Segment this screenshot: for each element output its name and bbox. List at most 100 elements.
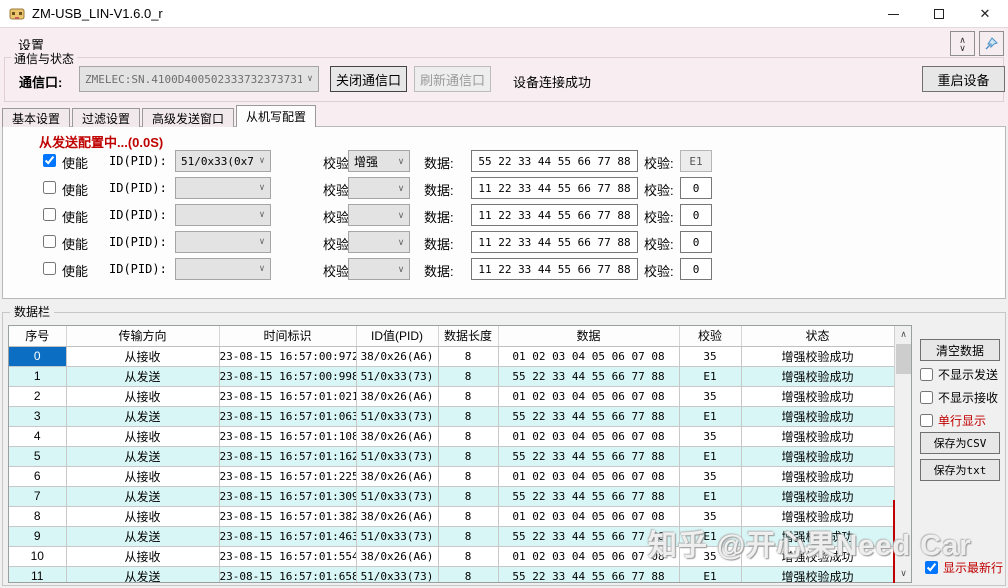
column-header[interactable]: 校验: [679, 326, 741, 346]
show-latest-checkbox[interactable]: [925, 561, 938, 574]
cell-timestamp[interactable]: 23-08-15 16:57:01:225: [219, 466, 356, 486]
cell-data[interactable]: 55 22 33 44 55 66 77 88: [498, 526, 679, 546]
enable-checkbox[interactable]: [43, 208, 56, 221]
cell-data[interactable]: 01 02 03 04 05 06 07 08: [498, 506, 679, 526]
cell-seq[interactable]: 0: [9, 346, 66, 366]
single-line-checkbox[interactable]: [920, 414, 933, 427]
cell-seq[interactable]: 8: [9, 506, 66, 526]
cell-id-pid[interactable]: 38/0x26(A6): [356, 506, 438, 526]
cell-timestamp[interactable]: 23-08-15 16:57:01:108: [219, 426, 356, 446]
table-row[interactable]: 11 从发送 23-08-15 16:57:01:658 51/0x33(73)…: [9, 566, 894, 583]
cell-seq[interactable]: 1: [9, 366, 66, 386]
checksum-input[interactable]: [680, 150, 712, 172]
table-row[interactable]: 9 从发送 23-08-15 16:57:01:463 51/0x33(73) …: [9, 526, 894, 546]
cell-checksum[interactable]: 35: [679, 546, 741, 566]
column-header[interactable]: 序号: [9, 326, 66, 346]
table-row[interactable]: 8 从接收 23-08-15 16:57:01:382 38/0x26(A6) …: [9, 506, 894, 526]
checksum-input[interactable]: [680, 177, 712, 199]
cell-seq[interactable]: 6: [9, 466, 66, 486]
cell-direction[interactable]: 从接收: [66, 506, 219, 526]
tab[interactable]: 高级发送窗口: [142, 108, 234, 127]
checksum-input[interactable]: [680, 204, 712, 226]
cell-length[interactable]: 8: [438, 386, 498, 406]
enable-checkbox[interactable]: [43, 235, 56, 248]
cell-timestamp[interactable]: 23-08-15 16:57:01:021: [219, 386, 356, 406]
cell-seq[interactable]: 9: [9, 526, 66, 546]
cell-checksum[interactable]: E1: [679, 486, 741, 506]
cell-direction[interactable]: 从发送: [66, 366, 219, 386]
hide-rx-checkbox[interactable]: [920, 391, 933, 404]
cell-status[interactable]: 增强校验成功: [741, 386, 894, 406]
cell-status[interactable]: 增强校验成功: [741, 466, 894, 486]
cell-status[interactable]: 增强校验成功: [741, 346, 894, 366]
hide-tx-checkbox[interactable]: [920, 368, 933, 381]
cell-length[interactable]: 8: [438, 406, 498, 426]
data-input[interactable]: [471, 258, 638, 280]
cell-id-pid[interactable]: 51/0x33(73): [356, 486, 438, 506]
cell-timestamp[interactable]: 23-08-15 16:57:00:972: [219, 346, 356, 366]
cell-timestamp[interactable]: 23-08-15 16:57:01:382: [219, 506, 356, 526]
check-mode-select[interactable]: ∨: [348, 258, 410, 280]
cell-direction[interactable]: 从接收: [66, 346, 219, 366]
cell-seq[interactable]: 3: [9, 406, 66, 426]
data-input[interactable]: [471, 150, 638, 172]
enable-checkbox[interactable]: [43, 181, 56, 194]
save-txt-button[interactable]: 保存为txt: [920, 459, 1000, 481]
table-row[interactable]: 6 从接收 23-08-15 16:57:01:225 38/0x26(A6) …: [9, 466, 894, 486]
data-input[interactable]: [471, 204, 638, 226]
check-mode-select[interactable]: 增强 ∨: [348, 150, 410, 172]
scroll-up-icon[interactable]: ∧: [895, 326, 912, 343]
cell-id-pid[interactable]: 38/0x26(A6): [356, 386, 438, 406]
table-row[interactable]: 3 从发送 23-08-15 16:57:01:063 51/0x33(73) …: [9, 406, 894, 426]
tab[interactable]: 过滤设置: [72, 108, 140, 127]
cell-id-pid[interactable]: 38/0x26(A6): [356, 426, 438, 446]
cell-data[interactable]: 01 02 03 04 05 06 07 08: [498, 546, 679, 566]
cell-checksum[interactable]: E1: [679, 446, 741, 466]
id-pid-select[interactable]: 51/0x33(0x73) ∨: [175, 150, 271, 172]
cell-status[interactable]: 增强校验成功: [741, 566, 894, 583]
cell-status[interactable]: 增强校验成功: [741, 526, 894, 546]
cell-length[interactable]: 8: [438, 566, 498, 583]
cell-id-pid[interactable]: 51/0x33(73): [356, 526, 438, 546]
cell-length[interactable]: 8: [438, 366, 498, 386]
cell-data[interactable]: 55 22 33 44 55 66 77 88: [498, 446, 679, 466]
cell-checksum[interactable]: E1: [679, 566, 741, 583]
cell-length[interactable]: 8: [438, 426, 498, 446]
cell-timestamp[interactable]: 23-08-15 16:57:01:463: [219, 526, 356, 546]
cell-checksum[interactable]: E1: [679, 526, 741, 546]
cell-direction[interactable]: 从接收: [66, 386, 219, 406]
maximize-button[interactable]: [916, 0, 962, 28]
checksum-input[interactable]: [680, 258, 712, 280]
cell-id-pid[interactable]: 51/0x33(73): [356, 566, 438, 583]
cell-id-pid[interactable]: 38/0x26(A6): [356, 346, 438, 366]
column-header[interactable]: 传输方向: [66, 326, 219, 346]
cell-direction[interactable]: 从接收: [66, 466, 219, 486]
data-input[interactable]: [471, 177, 638, 199]
save-csv-button[interactable]: 保存为CSV: [920, 432, 1000, 454]
cell-seq[interactable]: 7: [9, 486, 66, 506]
cell-length[interactable]: 8: [438, 506, 498, 526]
cell-status[interactable]: 增强校验成功: [741, 406, 894, 426]
cell-timestamp[interactable]: 23-08-15 16:57:01:554: [219, 546, 356, 566]
enable-checkbox[interactable]: [43, 154, 56, 167]
cell-direction[interactable]: 从发送: [66, 406, 219, 426]
cell-checksum[interactable]: 35: [679, 426, 741, 446]
cell-data[interactable]: 01 02 03 04 05 06 07 08: [498, 466, 679, 486]
checksum-input[interactable]: [680, 231, 712, 253]
cell-data[interactable]: 01 02 03 04 05 06 07 08: [498, 426, 679, 446]
cell-timestamp[interactable]: 23-08-15 16:57:01:063: [219, 406, 356, 426]
cell-id-pid[interactable]: 38/0x26(A6): [356, 466, 438, 486]
cell-checksum[interactable]: 35: [679, 386, 741, 406]
table-row[interactable]: 4 从接收 23-08-15 16:57:01:108 38/0x26(A6) …: [9, 426, 894, 446]
cell-seq[interactable]: 5: [9, 446, 66, 466]
cell-seq[interactable]: 11: [9, 566, 66, 583]
id-pid-select[interactable]: ∨: [175, 204, 271, 226]
enable-checkbox[interactable]: [43, 262, 56, 275]
cell-timestamp[interactable]: 23-08-15 16:57:00:998: [219, 366, 356, 386]
column-header[interactable]: 状态: [741, 326, 894, 346]
cell-direction[interactable]: 从发送: [66, 486, 219, 506]
table-row[interactable]: 1 从发送 23-08-15 16:57:00:998 51/0x33(73) …: [9, 366, 894, 386]
column-header[interactable]: ID值(PID): [356, 326, 438, 346]
vertical-scrollbar[interactable]: ∧ ∨: [894, 326, 911, 582]
cell-data[interactable]: 55 22 33 44 55 66 77 88: [498, 486, 679, 506]
